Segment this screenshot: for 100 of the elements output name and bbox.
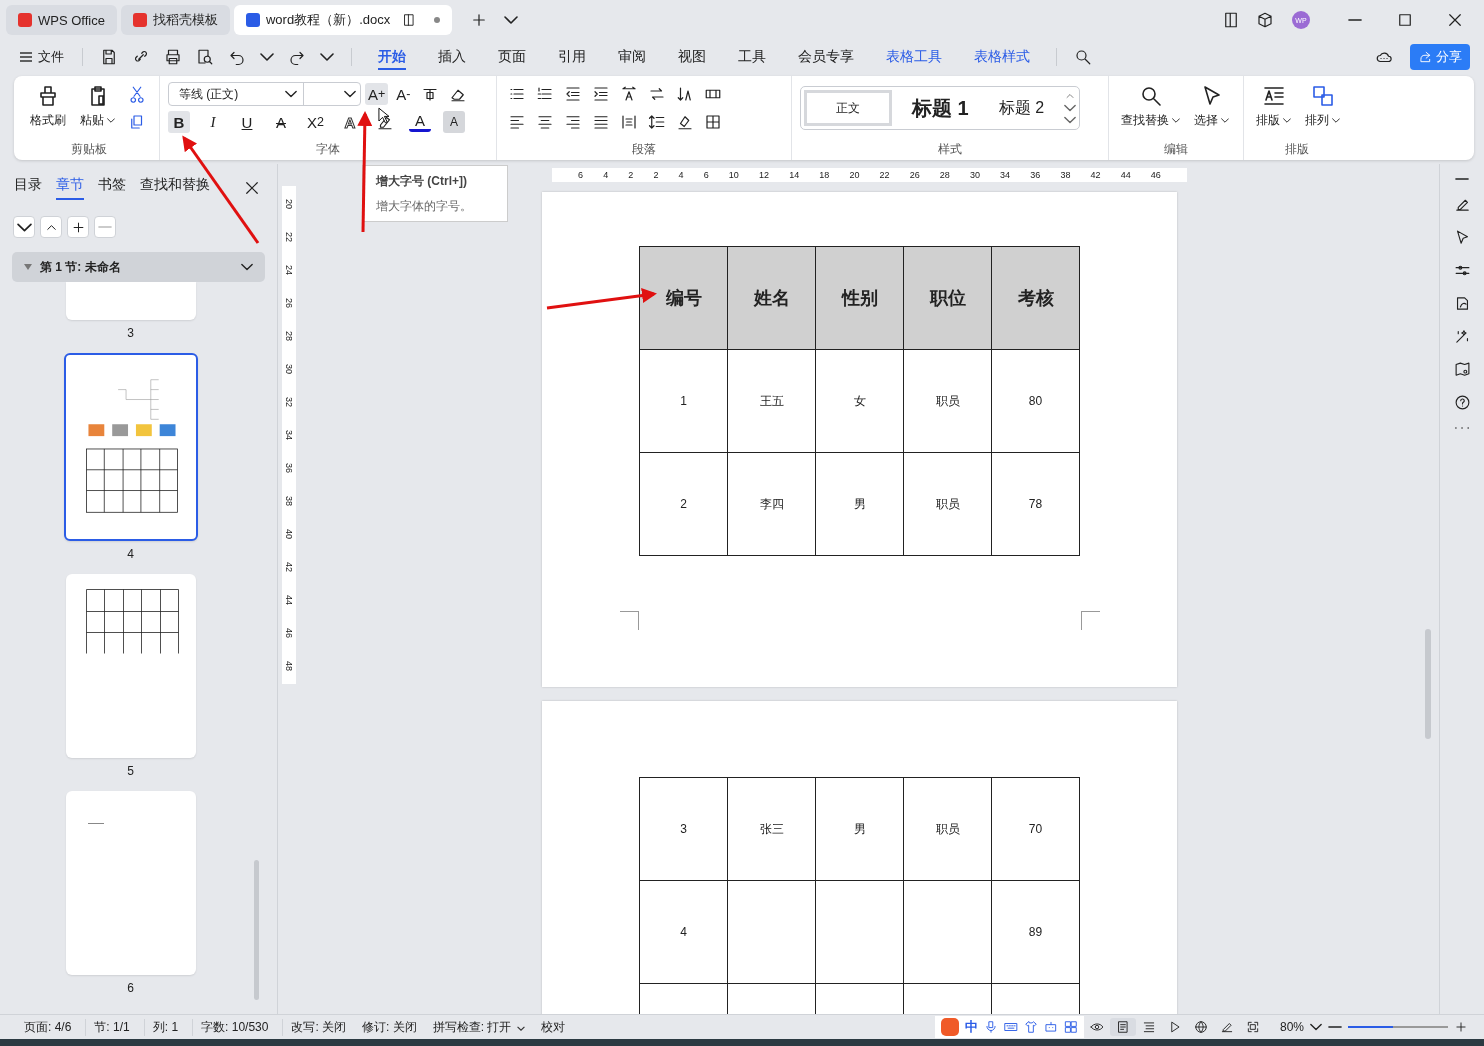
status-item[interactable]: 校对 [533,1018,574,1036]
find-replace-button[interactable]: 查找替换 [1117,82,1184,131]
zoom-level[interactable]: 80% [1279,1020,1304,1034]
cube-icon [1256,11,1274,29]
align-left-icon [508,113,526,131]
table-cell: 职员 [903,452,992,556]
minimize-icon [1348,19,1362,21]
overlapping-squares-icon [1310,84,1335,108]
format-painter-button[interactable]: 格式刷 [26,82,70,131]
map-search-button[interactable] [1453,361,1471,378]
table-cell: 王五 [727,349,816,453]
decrease-indent-icon [564,85,582,103]
color-format-button[interactable]: A [408,112,431,132]
caret-icon [1172,118,1180,123]
table-cell: 3 [639,777,728,881]
shade-format-button[interactable]: A [442,111,465,133]
status-item[interactable]: 拼写检查: 打开 [424,1018,534,1036]
minus-icon [98,226,112,228]
status-item[interactable]: 列: 1 [144,1018,194,1036]
horizontal-ruler: 6 4 2 2 4 6 10 12 14 18 20 22 26 28 30 34 36 38 42 44 46 [552,168,1187,182]
text-layout-icon [1261,84,1286,108]
input-mode[interactable]: 中 [964,1018,978,1036]
document-tab[interactable]: 找稻壳模板 [120,5,230,35]
panel-tab[interactable]: 查找和替换 [140,176,210,200]
typeset-button[interactable]: 排版 [1252,82,1295,131]
ribbon-tab[interactable]: 插入 [424,42,480,72]
unsaved-dot-icon [434,17,441,23]
share-button[interactable]: 分享 [1410,44,1470,70]
table-cell: 张三 [727,777,816,881]
panel-tab[interactable]: 书签 [98,176,126,200]
add-button[interactable] [67,216,89,238]
style-option[interactable]: 标题 1 [902,90,979,126]
move-down-button[interactable] [13,216,35,238]
ribbon-tab[interactable]: 引用 [544,42,600,72]
underline-format-button[interactable]: U [236,111,258,133]
page-thumbnail[interactable] [65,574,196,758]
panel-tab[interactable]: 章节 [56,176,84,200]
table-cell: 70 [991,777,1080,881]
scroll-down-icon [1064,102,1077,114]
group-label: 样式 [937,141,963,158]
app-logo-icon [132,13,147,27]
ribbon-tab[interactable]: 表格样式 [960,42,1044,72]
distribute-icon [620,113,638,131]
section-header[interactable]: 第 1 节: 未命名 [12,252,265,282]
document-tab[interactable]: word教程（新）.docx [233,5,453,35]
style-option[interactable]: 标题 2 [988,90,1055,126]
microphone-icon [983,1020,998,1034]
help-button[interactable] [1453,394,1471,411]
table-cell: 2 [639,452,728,556]
caret-icon [1310,1021,1322,1033]
ribbon-tab[interactable]: 审阅 [604,42,660,72]
page-view-button[interactable] [1109,1018,1136,1036]
page-thumbnail[interactable] [65,791,196,975]
status-item[interactable]: 修订: 关闭 [354,1018,425,1036]
ribbon-tab[interactable]: 开始 [364,42,420,72]
corner-mark [619,611,639,630]
panel-tab[interactable]: 目录 [14,176,42,200]
bold-format-button[interactable]: B [168,111,190,133]
apps-icon [1063,1020,1078,1034]
status-item[interactable]: 改写: 关闭 [283,1018,355,1036]
status-item[interactable]: 字数: 10/530 [193,1018,284,1036]
ribbon-tab[interactable]: 视图 [664,42,720,72]
search-icon [1074,48,1092,66]
scrollbar[interactable] [1425,629,1431,739]
table-cell: 1 [639,349,728,453]
table-cell: 89 [991,880,1080,984]
ribbon-tab[interactable]: 页面 [484,42,540,72]
file-menu[interactable]: 文件 [14,48,70,66]
table-header-cell: 姓名 [727,246,816,350]
ribbon-tab[interactable]: 表格工具 [872,42,956,72]
paste-button[interactable]: 粘贴 [76,82,119,131]
page-thumbnail[interactable] [65,282,196,320]
select-button[interactable]: 选择 [1190,82,1233,131]
caret-icon [107,118,115,123]
close-icon [1446,11,1464,29]
scrollbar[interactable] [254,860,259,1000]
style-option[interactable]: 正文 [804,90,892,126]
caret-icon [1332,118,1340,123]
ribbon-tab[interactable]: 工具 [724,42,780,72]
ribbon-tab[interactable]: 会员专享 [784,42,868,72]
status-item[interactable]: 页面: 4/6 [16,1018,87,1036]
caret-icon [1221,118,1229,123]
document-tab[interactable]: WPS Office [6,5,117,35]
share-icon [1418,50,1432,64]
magic-wand-button[interactable] [1453,328,1471,345]
arrange-button[interactable]: 排列 [1301,82,1344,131]
strike-format-button[interactable]: A [270,111,292,133]
table-header-cell: 性别 [815,246,904,350]
fit-screen-icon [1245,1020,1260,1034]
group-label: 字体 [315,141,341,158]
table-cell: 4 [639,880,728,984]
eye-icon [1089,1020,1104,1034]
group-label: 段落 [631,141,657,158]
plus-icon [1454,1020,1468,1034]
status-item[interactable]: 节: 1/1 [86,1018,145,1036]
increase-indent-icon [592,85,610,103]
italic-format-button[interactable]: I [202,111,224,133]
text-direction-icon [620,85,638,103]
minus-icon [1328,1026,1342,1028]
tooltip-text: 增大字体的字号。 [376,198,473,215]
